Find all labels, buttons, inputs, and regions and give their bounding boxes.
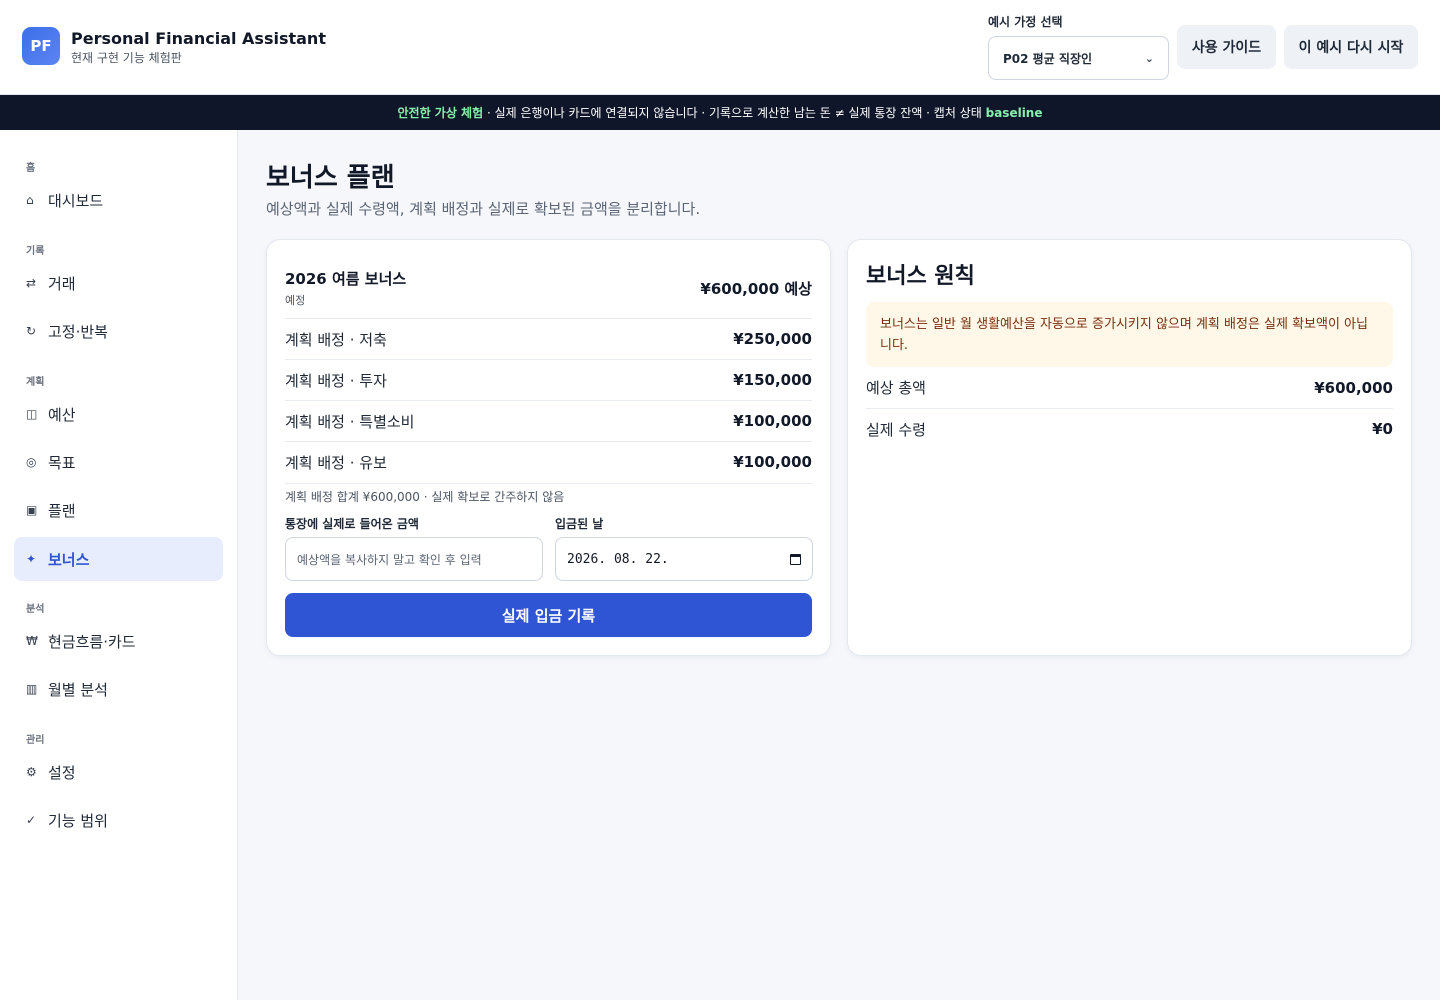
persona-select[interactable]: P02 평균 직장인 ⌄ xyxy=(988,36,1169,80)
sidebar-section-analysis: 분석 xyxy=(26,604,45,615)
sidebar-section-home: 홈 xyxy=(26,163,36,174)
sidebar-item-label: 보너스 xyxy=(48,550,90,569)
sidebar-section-manage: 관리 xyxy=(26,735,45,746)
sidebar-item-label: 설정 xyxy=(48,763,76,782)
allocation-label: 계획 배정 · 특별소비 xyxy=(285,412,415,431)
allocation-label: 계획 배정 · 저축 xyxy=(285,330,387,349)
sidebar-item-budget[interactable]: ◫ 예산 xyxy=(14,392,223,436)
restart-example-button[interactable]: 이 예시 다시 시작 xyxy=(1284,25,1418,69)
app-title: Personal Financial Assistant xyxy=(71,29,326,48)
app-subtitle: 현재 구현 기능 체험판 xyxy=(71,51,182,65)
actual-amount-placeholder: 예상액을 복사하지 말고 확인 후 입력 xyxy=(297,552,482,567)
expected-total-row: 예상 총액 ¥600,000 xyxy=(866,367,1393,408)
bonus-plan-card: 2026 여름 보너스 예정 ¥600,000 예상 계획 배정 · 저축 ¥2… xyxy=(266,239,831,656)
sidebar-item-scope[interactable]: ✓ 기능 범위 xyxy=(14,798,223,842)
actual-received-row: 실제 수령 ¥0 xyxy=(866,408,1393,449)
sidebar-item-label: 월별 분석 xyxy=(48,680,108,699)
bonus-expected-amount: ¥600,000 예상 xyxy=(700,280,812,298)
allocation-row: 계획 배정 · 저축 ¥250,000 xyxy=(285,318,812,359)
budget-icon: ◫ xyxy=(26,407,38,421)
allocation-label: 계획 배정 · 유보 xyxy=(285,453,387,472)
repeat-icon: ↻ xyxy=(26,324,37,338)
banner-text: · 실제 은행이나 카드에 연결되지 않습니다 · 기록으로 계산한 남는 돈 … xyxy=(483,106,986,120)
summary-amount: ¥600,000 xyxy=(1314,378,1393,397)
sparkle-icon: ✦ xyxy=(26,552,37,566)
sidebar-item-label: 현금흐름·카드 xyxy=(48,632,136,651)
persona-select-value: P02 평균 직장인 xyxy=(1003,51,1093,66)
deposit-date-input[interactable]: 2026. 08. 22. xyxy=(555,537,813,581)
banner-highlight: 안전한 가상 체험 xyxy=(397,106,484,120)
allocation-row: 계획 배정 · 투자 ¥150,000 xyxy=(285,359,812,400)
actual-amount-label: 통장에 실제로 들어온 금액 xyxy=(285,517,419,531)
safety-banner: 안전한 가상 체험 · 실제 은행이나 카드에 연결되지 않습니다 · 기록으로… xyxy=(0,95,1440,130)
summary-amount: ¥0 xyxy=(1372,420,1393,438)
sidebar-item-goals[interactable]: ◎ 목표 xyxy=(14,440,223,484)
gear-icon: ⚙ xyxy=(26,765,37,779)
target-icon: ◎ xyxy=(26,455,37,469)
bonus-name: 2026 여름 보너스 xyxy=(285,270,407,288)
guide-button[interactable]: 사용 가이드 xyxy=(1177,25,1276,69)
allocation-total-note: 계획 배정 합계 ¥600,000 · 실제 확보로 간주하지 않음 xyxy=(285,483,812,505)
sidebar-item-label: 목표 xyxy=(48,453,76,472)
deposit-date-value: 2026. 08. 22. xyxy=(567,551,669,567)
sidebar-item-cashflow[interactable]: ₩ 현금흐름·카드 xyxy=(14,619,223,663)
sidebar-item-bonus[interactable]: ✦ 보너스 xyxy=(14,537,223,581)
bonus-status: 예정 xyxy=(285,294,306,307)
allocation-amount: ¥100,000 xyxy=(733,412,812,430)
persona-select-label: 예시 가정 선택 xyxy=(988,15,1063,29)
app-header: PF Personal Financial Assistant 현재 구현 기능… xyxy=(0,0,1440,95)
app-logo: PF xyxy=(22,27,60,65)
sidebar-section-plan: 계획 xyxy=(26,377,45,388)
plan-icon: ▣ xyxy=(26,503,38,517)
allocation-amount: ¥150,000 xyxy=(733,371,812,389)
sidebar-item-recurring[interactable]: ↻ 고정·반복 xyxy=(14,309,223,353)
sidebar-item-transactions[interactable]: ⇄ 거래 xyxy=(14,261,223,305)
sidebar-item-label: 대시보드 xyxy=(48,191,104,210)
bonus-rules-card: 보너스 원칙 보너스는 일반 월 생활예산을 자동으로 증가시키지 않으며 계획… xyxy=(847,239,1412,656)
summary-label: 예상 총액 xyxy=(866,379,926,397)
sidebar-item-label: 기능 범위 xyxy=(48,811,108,830)
sidebar: 홈 ⌂ 대시보드 기록 ⇄ 거래 ↻ 고정·반복 계획 ◫ 예산 ◎ 목표 ▣ … xyxy=(0,130,238,1000)
sidebar-item-dashboard[interactable]: ⌂ 대시보드 xyxy=(14,178,223,222)
page-title: 보너스 플랜 xyxy=(266,163,395,193)
sidebar-item-label: 플랜 xyxy=(48,501,76,520)
sidebar-item-label: 예산 xyxy=(48,405,76,424)
sidebar-section-record: 기록 xyxy=(26,246,45,257)
allocation-amount: ¥100,000 xyxy=(733,453,812,471)
sidebar-item-label: 거래 xyxy=(48,274,76,293)
summary-label: 실제 수령 xyxy=(866,420,926,439)
won-icon: ₩ xyxy=(26,634,38,648)
page-subtitle: 예상액과 실제 수령액, 계획 배정과 실제로 확보된 금액을 분리합니다. xyxy=(266,200,701,218)
allocation-row: 계획 배정 · 특별소비 ¥100,000 xyxy=(285,400,812,441)
actual-amount-input[interactable]: 예상액을 복사하지 말고 확인 후 입력 xyxy=(285,537,543,581)
allocation-row: 계획 배정 · 유보 ¥100,000 xyxy=(285,441,812,482)
sidebar-item-monthly[interactable]: ▥ 월별 분석 xyxy=(14,667,223,711)
allocation-label: 계획 배정 · 투자 xyxy=(285,371,387,390)
bar-chart-icon: ▥ xyxy=(26,682,38,696)
chevron-down-icon: ⌄ xyxy=(1144,51,1154,65)
allocation-amount: ¥250,000 xyxy=(733,330,812,348)
swap-icon: ⇄ xyxy=(26,276,37,290)
check-icon: ✓ xyxy=(26,813,37,827)
calendar-icon[interactable] xyxy=(790,553,801,565)
capture-state: baseline xyxy=(985,105,1043,120)
sidebar-item-label: 고정·반복 xyxy=(48,322,108,341)
deposit-date-label: 입금된 날 xyxy=(555,517,604,531)
home-icon: ⌂ xyxy=(26,193,34,207)
rules-warning-note: 보너스는 일반 월 생활예산을 자동으로 증가시키지 않으며 계획 배정은 실제… xyxy=(866,302,1393,367)
record-deposit-button[interactable]: 실제 입금 기록 xyxy=(285,593,812,637)
sidebar-item-plans[interactable]: ▣ 플랜 xyxy=(14,488,223,532)
sidebar-item-settings[interactable]: ⚙ 설정 xyxy=(14,750,223,794)
rules-title: 보너스 원칙 xyxy=(866,264,975,289)
